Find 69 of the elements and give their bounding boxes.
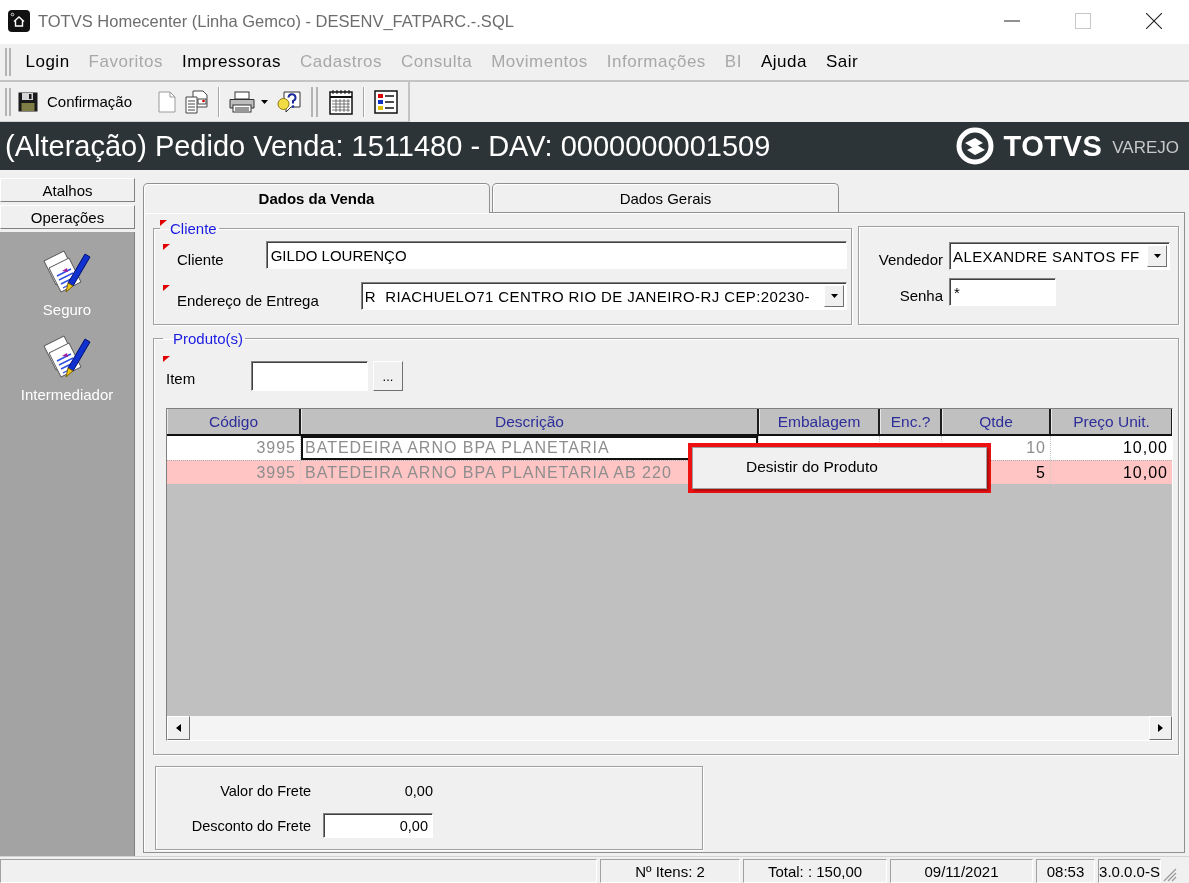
status-text: Total: : 150,00 (743, 859, 887, 883)
tab[interactable]: Dados da Venda (143, 183, 490, 213)
column-header[interactable]: Embalagem (759, 409, 880, 434)
field-label: Endereço de Entrega (177, 292, 319, 309)
tab[interactable]: Dados Gerais (492, 183, 839, 212)
client-field[interactable]: GILDO LOURENÇO (265, 241, 847, 269)
group-title: Produto(s) (173, 330, 244, 347)
calendar-icon (329, 88, 354, 115)
logo-tagline: VAREJO (1112, 138, 1179, 158)
menu-item[interactable]: Impressoras (172, 52, 291, 72)
menu-item[interactable]: Sair (816, 52, 868, 72)
close-icon (1145, 13, 1162, 29)
minimize-icon (1003, 20, 1020, 22)
scroll-left-button[interactable] (167, 716, 190, 740)
caret-icon (1153, 254, 1161, 258)
field-label: Cliente (177, 251, 224, 268)
logo-icon (955, 127, 994, 165)
field-label: Desconto do Frete (190, 817, 311, 834)
field-value: 0,00 (403, 783, 433, 799)
left-arrow-icon (176, 724, 181, 732)
status-text: 08:53 (1036, 859, 1095, 883)
menu-bar-grip[interactable] (5, 48, 11, 76)
dropdown-button[interactable] (1147, 245, 1167, 267)
printer-icon (229, 90, 256, 113)
document-icon (158, 90, 177, 113)
menu-item[interactable]: Desistir do Produto (693, 448, 986, 486)
group-title: Cliente (170, 220, 217, 237)
column-header[interactable]: Código (167, 409, 301, 434)
status-text: Nº Itens: 2 (600, 859, 740, 883)
column-header[interactable]: Preço Unit. (1051, 409, 1172, 434)
scroll-right-button[interactable] (1149, 716, 1172, 740)
status-text: 09/11/2021 (890, 859, 1033, 883)
menu-item[interactable]: Ajuda (751, 52, 817, 72)
field-label: Senha (898, 287, 943, 306)
item-field[interactable] (251, 361, 368, 391)
column-header[interactable]: Enc.? (880, 409, 942, 434)
home-icon (8, 10, 30, 32)
right-arrow-icon (1158, 724, 1163, 732)
seller-dropdown[interactable]: ALEXANDRE SANTOS FF (949, 242, 1170, 270)
dropdown-button[interactable] (824, 285, 844, 307)
section-button[interactable]: Operações (0, 205, 135, 229)
toolbar-grip[interactable] (5, 87, 11, 116)
list-icon (374, 89, 399, 114)
password-field[interactable]: * (949, 278, 1056, 306)
section-button[interactable]: Atalhos (0, 178, 135, 202)
logo-text: TOTVS (1003, 129, 1103, 163)
horizontal-scrollbar[interactable] (167, 716, 1172, 740)
menu-item[interactable]: Login (16, 52, 80, 72)
status-text: 3.0.0.0-S (1098, 859, 1161, 883)
caret-icon (830, 294, 838, 298)
resize-grip-icon (1163, 868, 1177, 882)
maximize-icon (1074, 13, 1091, 29)
field-label: Vendedor (877, 251, 943, 270)
field-label: Item (166, 370, 196, 387)
toolbar-grip[interactable] (311, 86, 319, 117)
confirm-button[interactable]: Confirmação (15, 85, 153, 118)
browse-button[interactable]: ... (373, 361, 403, 391)
table-cell: 10,00 (1051, 461, 1172, 484)
discount-field[interactable]: 0,00 (323, 813, 433, 838)
column-header[interactable]: Qtde (942, 409, 1051, 434)
caret-icon (261, 99, 269, 104)
window-title: TOTVS Homecenter (Linha Gemco) - DESENV_FATPARC.-.SQL (38, 11, 515, 31)
column-header[interactable]: Descrição (301, 409, 759, 434)
table-cell: 3995 (167, 461, 301, 484)
documents-icon (185, 89, 209, 114)
field-label: Valor do Frete (219, 783, 311, 799)
order-title: (Alteração) Pedido Venda: 1511480 - DAV: 0000000001509 (5, 129, 772, 163)
help-icon (277, 90, 302, 113)
address-dropdown[interactable]: R RIACHUELO71 CENTRO RIO DE JANEIRO-RJ CEP:20230- (360, 282, 847, 310)
